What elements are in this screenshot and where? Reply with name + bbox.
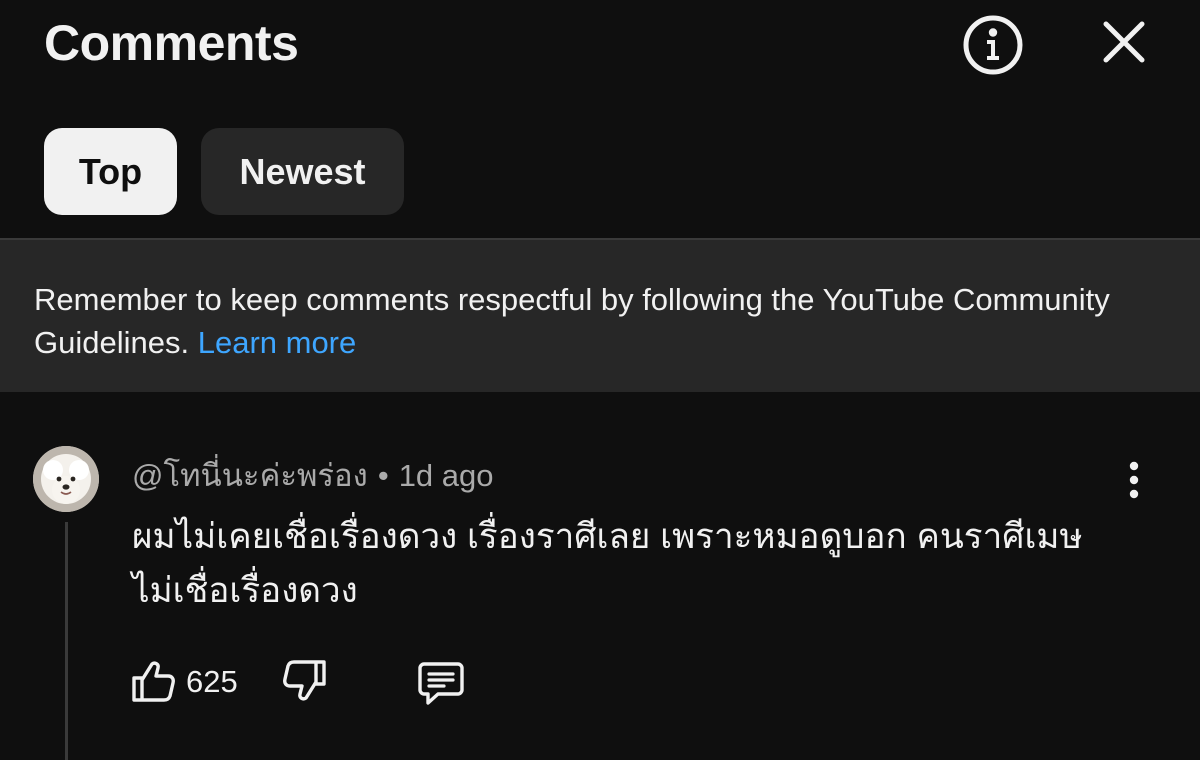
like-button[interactable] [130,658,176,708]
sort-chip-top[interactable]: Top [44,128,177,215]
sort-chips: Top Newest [44,128,404,215]
close-icon [1103,21,1145,63]
panel-header: Comments [0,0,1200,100]
notice-text: Remember to keep comments respectful by … [34,282,1110,360]
panel-title: Comments [44,15,299,71]
thread-line [65,522,68,760]
comments-panel: Comments Top Newest Remember to keep com… [0,0,1200,760]
learn-more-link[interactable]: Learn more [198,325,357,360]
reply-button[interactable] [416,658,466,708]
reply-comment-icon [418,662,464,705]
more-vertical-icon [1129,461,1139,499]
info-circle-icon [963,15,1023,75]
like-count: 625 [186,664,238,699]
comment-author[interactable]: @โทนี่นะค่ะพร่อง [132,458,368,493]
dislike-button[interactable] [282,658,328,708]
meta-separator: • [377,458,389,493]
comment-actions: 625 [130,658,530,708]
comment-text: ผมไม่เคยเชื่อเรื่องดวง เรื่องราศีเลย เพร… [132,517,1083,610]
info-button[interactable] [960,12,1026,78]
comment-thread: @โทนี่นะค่ะพร่อง • 1d ago ผมไม่เคยเชื่อเรื… [0,392,1200,760]
thumbs-down-icon [283,660,326,701]
sort-chip-newest[interactable]: Newest [201,128,404,215]
comment-meta: @โทนี่นะค่ะพร่อง • 1d ago [132,450,494,500]
thumbs-up-icon [132,661,175,702]
community-guidelines-notice: Remember to keep comments respectful by … [0,238,1200,392]
comment-time: 1d ago [398,458,494,493]
comment-menu-button[interactable] [1112,454,1156,506]
close-button[interactable] [1096,12,1152,72]
avatar-image [33,446,99,512]
avatar[interactable] [33,446,99,512]
